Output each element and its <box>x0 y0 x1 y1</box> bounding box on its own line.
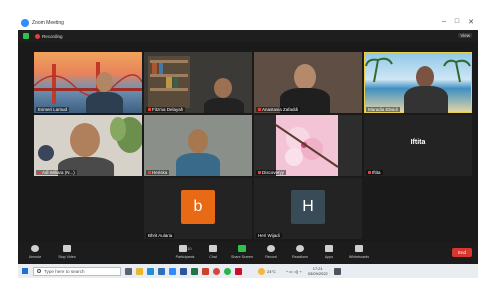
close-button[interactable]: ✕ <box>468 18 474 26</box>
record-icon <box>267 245 275 252</box>
end-meeting-button[interactable]: End <box>452 248 472 257</box>
participant-body <box>86 92 123 113</box>
participant-body <box>204 98 244 113</box>
video-camera-icon <box>63 245 71 252</box>
participant-tile[interactable]: H Heri Wijadi <box>254 178 362 239</box>
zoom-app-icon[interactable] <box>169 267 176 275</box>
participant-tile[interactable]: Heriska <box>144 115 252 176</box>
apps-icon <box>325 245 333 252</box>
chrome-app-icon[interactable] <box>213 267 220 275</box>
participant-name: Anastasia Zafaddi <box>256 107 301 112</box>
participant-head <box>416 66 434 88</box>
whiteboard-icon <box>355 245 363 252</box>
participant-name: Discoveryy <box>256 170 287 175</box>
share-screen-button[interactable]: Share Screen <box>227 245 257 259</box>
taskbar-clock[interactable]: 17:21 03/09/2022 <box>308 266 328 276</box>
reactions-button[interactable]: Reactions <box>285 245 315 259</box>
windows-taskbar: Type here to search 24°C ^ ▭ ◁) ⌁ 17:21 … <box>18 264 478 278</box>
avatar: b <box>181 190 215 224</box>
whatsapp-app-icon[interactable] <box>224 267 231 275</box>
participants-icon <box>178 245 187 252</box>
task-view-icon[interactable] <box>125 267 132 275</box>
window-controls: – □ ✕ <box>442 18 474 26</box>
participant-head <box>70 123 100 157</box>
recording-label: Recording <box>42 33 63 39</box>
participant-tile[interactable]: Adi Wiliara (N...) <box>34 115 142 176</box>
file-explorer-icon[interactable] <box>136 267 143 275</box>
participant-head <box>294 64 316 90</box>
participant-head <box>188 129 208 153</box>
apps-button[interactable]: Apps <box>314 245 344 259</box>
powerpoint-app-icon[interactable] <box>202 267 209 275</box>
word-app-icon[interactable] <box>180 267 187 275</box>
share-screen-icon <box>238 245 246 252</box>
participant-tile[interactable]: Esmeri Lamud <box>34 52 142 113</box>
zoom-logo-icon <box>21 19 29 27</box>
muted-mic-icon <box>368 171 371 175</box>
meeting-status-bar: Recording View <box>18 30 478 42</box>
weather-temperature: 24°C <box>267 268 276 274</box>
excel-app-icon[interactable] <box>191 267 198 275</box>
record-button[interactable]: Record <box>256 245 286 259</box>
zoom-screen: Zoom Meeting – □ ✕ Recording View Esmeri… <box>18 16 478 278</box>
participant-display-name: Iftita <box>410 139 426 146</box>
blossom-image-icon <box>275 115 339 176</box>
participant-body <box>176 153 220 176</box>
avatar: H <box>291 190 325 224</box>
participant-tile[interactable]: b Bhrit Aularia <box>144 178 252 239</box>
participant-head <box>214 78 232 98</box>
participant-head <box>96 72 113 92</box>
window-title: Zoom Meeting <box>32 20 64 26</box>
reactions-icon <box>296 245 304 252</box>
participant-name: Esmeri Lamud <box>36 107 70 112</box>
participant-body <box>404 86 448 113</box>
participant-count: 10 <box>187 246 192 251</box>
participant-tile[interactable]: Anastasia Zafaddi <box>254 52 362 113</box>
participants-button[interactable]: 10 Participants <box>170 245 200 259</box>
window-titlebar: Zoom Meeting – □ ✕ <box>18 16 478 30</box>
muted-mic-icon <box>148 108 151 112</box>
meeting-toolbar: Unmute Stop Video 10 Participants Chat S… <box>18 242 478 264</box>
participant-tile[interactable]: Iftita Iftita <box>364 115 472 176</box>
muted-mic-icon <box>148 171 151 175</box>
maximize-button[interactable]: □ <box>455 18 459 26</box>
taskbar-search-input[interactable]: Type here to search <box>33 266 121 276</box>
participant-name: Heriska <box>146 170 170 175</box>
view-button[interactable]: View <box>458 33 472 38</box>
participant-name: Maradia Ebsidi <box>366 107 400 112</box>
participant-name: Adi Wiliara (N...) <box>36 170 77 175</box>
unmute-button[interactable]: Unmute <box>20 245 50 259</box>
muted-mic-icon <box>258 171 261 175</box>
muted-mic-icon <box>38 171 41 175</box>
participant-name: Heri Wijadi <box>256 233 282 238</box>
participant-tile[interactable]: Fitzma Delayah <box>144 52 252 113</box>
recording-dot-icon <box>35 33 40 39</box>
notifications-icon[interactable] <box>333 267 341 275</box>
microphone-icon <box>31 245 39 252</box>
participant-tile-active-speaker[interactable]: Maradia Ebsidi <box>364 52 472 113</box>
muted-mic-icon <box>258 108 261 112</box>
edge-browser-icon[interactable] <box>147 267 154 275</box>
acrobat-app-icon[interactable] <box>235 267 242 275</box>
chat-button[interactable]: Chat <box>198 245 228 259</box>
whiteboards-button[interactable]: Whiteboards <box>344 245 374 259</box>
mail-icon[interactable] <box>158 267 165 275</box>
windows-start-icon[interactable] <box>22 268 28 274</box>
participant-tile[interactable]: Discoveryy <box>254 115 362 176</box>
minimize-button[interactable]: – <box>442 18 446 26</box>
participant-name: Bhrit Aularia <box>146 233 175 238</box>
security-shield-icon[interactable] <box>23 33 29 39</box>
participant-name: Fitzma Delayah <box>146 107 186 112</box>
chat-icon <box>209 245 217 252</box>
system-tray-icons[interactable]: ^ ▭ ◁) ⌁ <box>286 269 302 274</box>
weather-icon <box>258 267 265 275</box>
stop-video-button[interactable]: Stop Video <box>52 245 82 259</box>
search-icon <box>37 269 41 273</box>
participant-name: Iftita <box>366 170 383 175</box>
